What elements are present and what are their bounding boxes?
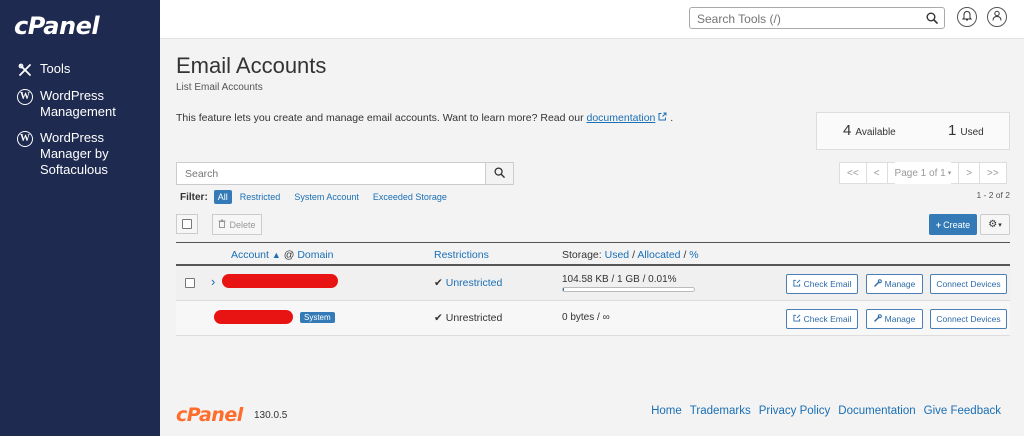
restriction-status: ✔ Unrestricted [434,277,503,289]
storage-usage: 104.58 KB / 1 GB / 0.01% [562,274,677,285]
sidebar-item-label: WordPress Manager by Softaculous [40,130,109,177]
user-menu-button[interactable] [987,7,1007,27]
restriction-status: ✔ Unrestricted [434,312,503,324]
sort-used[interactable]: Used [605,249,630,261]
filter-all[interactable]: All [213,190,232,204]
filter-bar: Filter: All Restricted System Account Ex… [180,190,461,204]
search-icon[interactable] [926,12,938,27]
account-search-box [176,162,514,185]
account-domain-header[interactable]: Account ▲ @ Domain [231,249,334,261]
wordpress-icon: W [16,130,34,148]
main-content: Email Accounts List Email Accounts This … [160,39,1024,436]
filter-restricted[interactable]: Restricted [240,192,281,202]
user-icon [992,10,1002,24]
plus-icon: + [935,219,942,230]
cpanel-logo[interactable]: cPanel [14,12,100,40]
manage-button[interactable]: Manage [866,309,923,329]
external-link-icon [793,314,801,324]
last-page-button[interactable]: >> [979,162,1007,184]
check-icon: ✔ [434,277,443,289]
email-accounts-table: Account ▲ @ Domain Restrictions Storage:… [176,242,1010,336]
storage-usage: 0 bytes / ∞ [562,312,610,323]
footer-link-privacy[interactable]: Privacy Policy [759,405,831,417]
delete-button[interactable]: Delete [212,214,262,235]
connect-devices-button[interactable]: Connect Devices [930,309,1007,329]
select-all-checkbox[interactable] [176,214,198,234]
available-stat: 4 Available [843,122,896,139]
caret-down-icon: ▾ [945,162,952,184]
sidebar-item-label: WordPress Management [40,88,116,119]
footer-version: 130.0.5 [254,410,288,421]
expand-chevron-icon[interactable]: › [211,274,215,289]
bell-icon [961,10,973,24]
page-subtitle: List Email Accounts [176,82,263,93]
wrench-icon [873,279,882,289]
check-icon: ✔ [434,312,443,324]
storage-header: Storage: Used / Allocated / % [562,249,699,261]
result-count: 1 - 2 of 2 [976,190,1010,200]
footer-links: Home Trademarks Privacy Policy Documenta… [651,405,1001,417]
external-link-icon[interactable] [658,112,670,124]
search-icon [494,166,505,181]
system-badge: System [300,312,335,323]
gear-icon: ⚙ [988,219,998,230]
restrictions-header[interactable]: Restrictions [434,249,489,261]
table-row: System ✔ Unrestricted 0 bytes / ∞ Check … [176,301,1010,336]
redacted-account-name [214,310,293,324]
footer-link-documentation[interactable]: Documentation [838,405,915,417]
table-header: Account ▲ @ Domain Restrictions Storage:… [176,242,1010,266]
wrench-icon [873,314,882,324]
filter-exceeded-storage[interactable]: Exceeded Storage [373,192,447,202]
prev-page-button[interactable]: < [865,162,888,184]
check-email-button[interactable]: Check Email [786,309,858,329]
search-tools-box[interactable] [689,7,945,29]
sidebar-item-wordpress-management[interactable]: W WordPress Management [16,88,140,120]
caret-down-icon: ▾ [998,221,1002,229]
pagination: << < Page 1 of 1 ▾ > >> [839,162,1007,184]
wordpress-icon: W [16,88,34,106]
page-select[interactable]: Page 1 of 1 ▾ [886,162,960,184]
footer-link-trademarks[interactable]: Trademarks [690,405,751,417]
sidebar-item-label: Tools [40,61,71,76]
tools-icon [16,61,34,79]
search-tools-input[interactable] [695,9,919,29]
check-email-button[interactable]: Check Email [786,274,858,294]
account-stats: 4 Available 1 Used [816,112,1010,150]
storage-progress-bar [562,287,695,292]
sidebar-item-wordpress-manager-softaculous[interactable]: W WordPress Manager by Softaculous [16,130,141,178]
sidebar: cPanel Tools W WordPress Management W Wo… [0,0,160,436]
sort-allocated[interactable]: Allocated [637,249,680,261]
sort-asc-icon: ▲ [271,250,281,260]
footer-link-feedback[interactable]: Give Feedback [924,405,1001,417]
redacted-account-name [222,274,338,288]
search-button[interactable] [485,163,513,184]
top-bar [160,0,1024,39]
footer-cpanel-logo: cPanel [176,404,243,426]
documentation-link[interactable]: documentation [587,112,656,124]
table-row: › ✔ Unrestricted 104.58 KB / 1 GB / 0.01… [176,266,1010,301]
notifications-button[interactable] [957,7,977,27]
account-search-input[interactable] [177,163,485,184]
filter-label: Filter: [180,191,208,203]
page-title: Email Accounts [176,53,327,78]
sidebar-item-tools[interactable]: Tools [16,61,70,79]
create-button[interactable]: + Create [929,214,977,235]
filter-system-account[interactable]: System Account [294,192,359,202]
row-checkbox[interactable] [185,278,195,288]
settings-dropdown-button[interactable]: ⚙ ▾ [980,214,1010,235]
connect-devices-button[interactable]: Connect Devices [930,274,1007,294]
external-link-icon [793,279,801,289]
sort-percent[interactable]: % [689,249,698,261]
intro-text: This feature lets you create and manage … [176,112,674,124]
used-stat: 1 Used [948,122,984,139]
trash-icon [218,219,226,230]
footer-link-home[interactable]: Home [651,405,682,417]
next-page-button[interactable]: > [958,162,981,184]
first-page-button[interactable]: << [839,162,867,184]
manage-button[interactable]: Manage [866,274,923,294]
